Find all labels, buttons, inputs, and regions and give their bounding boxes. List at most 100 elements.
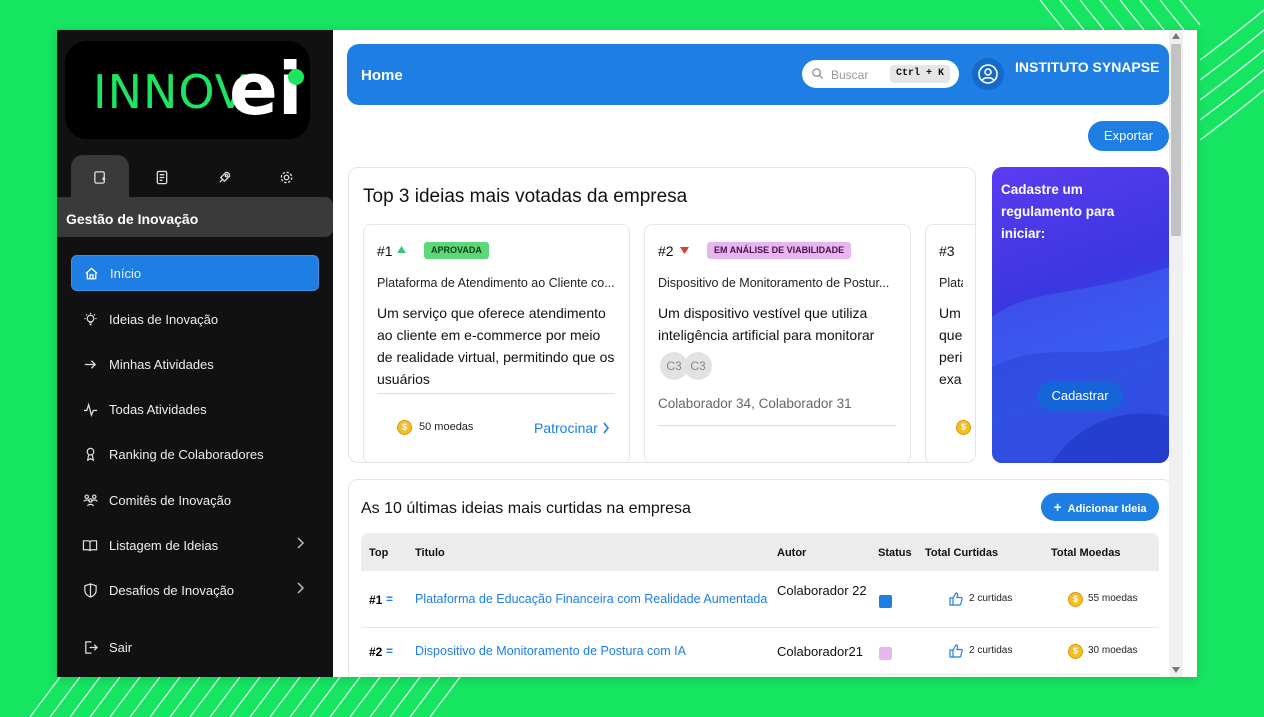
trend-down-icon (680, 247, 689, 254)
row-trend: = (386, 644, 394, 658)
lightbulb-icon (71, 312, 109, 327)
idea-title: Plataforma de Atendimento ao Cliente co.… (377, 276, 615, 290)
row-coins: 55 moedas (1088, 593, 1138, 604)
add-idea-button[interactable]: + Adicionar Ideia (1041, 493, 1159, 521)
gear-icon (280, 171, 292, 184)
sidebar-item-label: Desafios de Inovação (109, 582, 235, 598)
export-button[interactable]: Exportar (1088, 121, 1169, 151)
sidebar-item-label: Minhas Atividades (109, 356, 214, 372)
tab-rocket[interactable] (195, 155, 253, 200)
column-header: Total Curtidas (925, 547, 999, 559)
idea-rank: #2 (658, 243, 674, 259)
brand-logo[interactable]: INNOV ei (65, 41, 310, 139)
sidebar-item-ranking[interactable]: Ranking de Colaboradores (71, 436, 319, 472)
sidebar-item-todas-atividades[interactable]: Todas Atividades (71, 391, 319, 427)
tab-settings[interactable] (257, 155, 315, 200)
column-header: Total Moedas (1051, 547, 1121, 559)
sidebar-item-minhas-atividades[interactable]: Minhas Atividades (71, 346, 319, 382)
row-trend: = (386, 592, 394, 606)
page-title: Home (361, 67, 403, 84)
sidebar-item-label: Início (110, 265, 142, 281)
thumbs-up-icon (949, 644, 963, 658)
logo-text: INNOV (93, 65, 248, 119)
row-author: Colaborador 22 (777, 583, 867, 598)
idea-rank: #1 (377, 243, 393, 259)
idea-description: Um que peri exa (939, 305, 963, 387)
idea-coins: 50 moedas (419, 421, 474, 433)
row-title-link[interactable]: Dispositivo de Monitoramento de Postura … (415, 644, 686, 658)
column-header: Top (369, 547, 389, 559)
top-ideas-card: Top 3 ideias mais votadas da empresa #1 … (348, 167, 976, 463)
idea-description: Um dispositivo vestível que utiliza inte… (658, 305, 875, 343)
sidebar-item-label: Listagem de Ideias (109, 537, 219, 553)
idea-title: Plata (939, 276, 963, 290)
status-indicator (879, 595, 892, 608)
trend-up-icon (397, 246, 406, 253)
sidebar-item-listagem[interactable]: Listagem de Ideias (71, 527, 319, 563)
divider (658, 425, 896, 426)
sidebar-item-desafios[interactable]: Desafios de Inovação (71, 572, 319, 608)
add-idea-label: Adicionar Ideia (1067, 503, 1147, 515)
avatar[interactable] (972, 58, 1004, 90)
column-header: Titulo (415, 547, 445, 559)
sidebar-item-comites[interactable]: Comitês de Inovação (71, 482, 319, 518)
idea-card[interactable]: #1 APROVADA Plataforma de Atendimento ao… (363, 224, 630, 462)
row-rank: #1 (369, 593, 383, 607)
latest-ideas-card: As 10 últimas ideias mais curtidas na em… (348, 479, 1172, 677)
thumbs-up-icon (949, 592, 963, 606)
sidebar-item-label: Ranking de Colaboradores (109, 446, 264, 462)
scrollbar[interactable] (1169, 30, 1183, 677)
search-placeholder: Buscar (831, 68, 869, 82)
row-coins: 30 moedas (1088, 645, 1138, 656)
search-icon (812, 68, 824, 80)
header-bar: Home Buscar Ctrl + K INSTITUTO SYNAPSE (347, 44, 1169, 105)
idea-rank: #3 (939, 243, 955, 259)
activity-icon (71, 402, 109, 417)
organization-name[interactable]: INSTITUTO SYNAPSE (1015, 59, 1159, 75)
sidebar-item-label: Comitês de Inovação (109, 492, 232, 508)
users-icon (71, 493, 109, 508)
status-indicator (879, 647, 892, 660)
table-header: Top Titulo Autor Status Total Curtidas T… (361, 533, 1159, 571)
tab-bookmark[interactable] (71, 155, 129, 200)
regulation-card: Cadastre um regulamento para iniciar: Ca… (992, 167, 1169, 463)
logo-mark: ei (229, 47, 303, 131)
rocket-icon (218, 171, 230, 183)
logout-label: Sair (109, 639, 133, 655)
divider (377, 393, 615, 394)
status-badge: EM ANÁLISE DE VIABILIDADE (707, 242, 852, 259)
sidebar-item-inicio[interactable]: Início (71, 255, 319, 291)
search-input[interactable]: Buscar Ctrl + K (802, 60, 959, 88)
logout-button[interactable]: Sair (71, 629, 319, 665)
chevron-right-icon (297, 537, 305, 549)
table-row[interactable]: #1 = Plataforma de Educação Financeira c… (361, 571, 1159, 628)
column-header: Autor (777, 547, 807, 559)
status-badge: APROVADA (424, 242, 489, 259)
arrow-right-icon (71, 357, 109, 372)
search-shortcut: Ctrl + K (890, 65, 950, 83)
scroll-down-icon[interactable] (1172, 667, 1180, 673)
logo-dot (288, 69, 304, 85)
table-row[interactable]: #2 = Dispositivo de Monitoramento de Pos… (361, 628, 1159, 675)
coin-icon: $ (956, 420, 971, 435)
row-likes: 2 curtidas (969, 593, 1013, 604)
main-content: Home Buscar Ctrl + K INSTITUTO SYNAPSE E… (333, 30, 1183, 677)
scroll-up-icon[interactable] (1172, 33, 1180, 39)
row-author: Colaborador21 (777, 644, 864, 659)
idea-card[interactable]: #3 Plata Um que peri exa $ (925, 224, 975, 462)
sidebar-tabs (71, 155, 321, 200)
top-ideas-title: Top 3 ideias mais votadas da empresa (363, 186, 688, 207)
sidebar-item-label: Ideias de Inovação (109, 311, 219, 327)
row-title-link[interactable]: Plataforma de Educação Financeira com Re… (415, 592, 767, 606)
sidebar-item-ideias[interactable]: Ideias de Inovação (71, 301, 319, 337)
sidebar: INNOV ei Gestão de Inovação Início Ideia… (57, 30, 333, 677)
idea-card[interactable]: #2 EM ANÁLISE DE VIABILIDADE Dispositivo… (644, 224, 911, 462)
trophy-icon (71, 447, 109, 462)
coin-icon: $ (397, 420, 412, 435)
scrollbar-thumb[interactable] (1171, 44, 1181, 236)
app-window: INNOV ei Gestão de Inovação Início Ideia… (57, 30, 1197, 677)
sponsor-link[interactable]: Patrocinar (534, 420, 598, 436)
register-button[interactable]: Cadastrar (1037, 381, 1123, 411)
logout-icon (71, 640, 109, 655)
tab-notebook[interactable] (133, 155, 191, 200)
